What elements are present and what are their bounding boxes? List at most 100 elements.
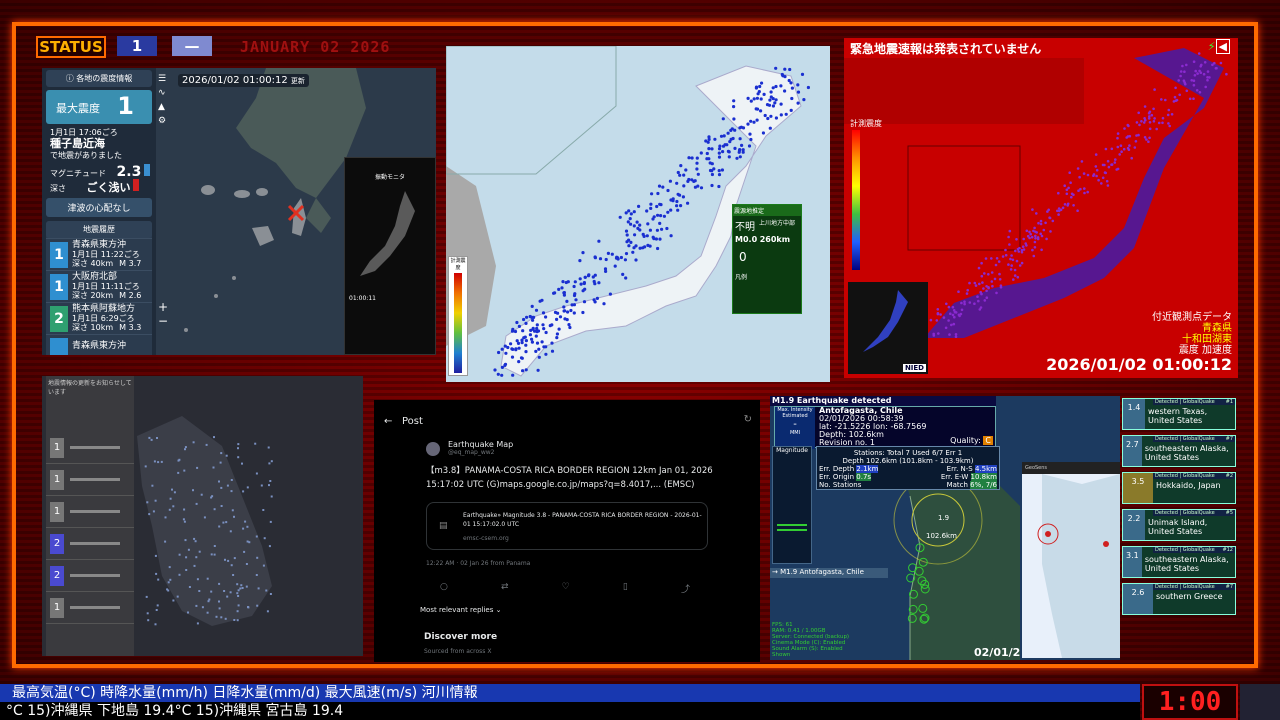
radar-cell	[169, 578, 172, 581]
station-dot	[1206, 78, 1209, 82]
station-dot	[995, 257, 999, 260]
globalquake-list: 1.4 Detected | GlobalQuake #1 western Texas…	[1122, 398, 1236, 660]
station-dot	[771, 86, 775, 90]
station-dot	[627, 244, 631, 248]
globalquake-panel: M1.9 Earthquake detected Max. Intensity …	[770, 396, 1120, 660]
status-number-button[interactable]: 1	[117, 36, 157, 56]
radar-cell	[164, 540, 167, 543]
station-dot	[732, 99, 736, 103]
map-tool-icons[interactable]: ☰ ∿ ▲ ⚙	[158, 72, 166, 128]
station-dot	[566, 310, 570, 314]
radar-cell	[230, 564, 233, 567]
gq-event-item[interactable]: 1.4 Detected | GlobalQuake #1 western Texas…	[1122, 398, 1236, 430]
station-dot	[1214, 67, 1218, 70]
station-dot	[537, 355, 541, 359]
update-text-line	[70, 510, 120, 513]
update-item[interactable]: 1	[46, 464, 134, 496]
share-icon[interactable]: ⤴	[681, 582, 690, 595]
station-dot	[1034, 234, 1037, 238]
history-item[interactable]: 青森県東方沖	[46, 334, 152, 355]
station-dot	[1018, 264, 1022, 267]
station-dot	[578, 259, 582, 263]
update-item[interactable]: 1	[46, 496, 134, 528]
station-dot	[717, 173, 722, 177]
station-dot	[796, 90, 801, 94]
radar-cell	[198, 590, 201, 592]
station-dot	[1007, 235, 1010, 239]
station-dot	[1138, 123, 1141, 127]
back-button[interactable]: ←	[384, 416, 392, 427]
station-dot	[544, 315, 548, 319]
station-dot	[1066, 202, 1070, 206]
station-dot	[977, 299, 980, 303]
status-dash-button[interactable]: —	[172, 36, 212, 56]
station-dot	[1015, 238, 1018, 241]
history-item[interactable]: 1 大阪府北部 1月1日 11:11ごろ 深さ 20km M 2.6	[46, 270, 152, 302]
like-icon[interactable]: ♡	[562, 582, 570, 595]
station-dot	[671, 197, 675, 201]
station-dot	[1192, 79, 1196, 82]
gq-event-item[interactable]: 2.2 Detected | GlobalQuake #5 Unimak Island…	[1122, 509, 1236, 541]
link-card[interactable]: ▤ Earthquake» Magnitude 3.8 - PANAMA-COS…	[426, 502, 708, 550]
update-item[interactable]: 1	[46, 432, 134, 464]
update-item[interactable]: 1	[46, 592, 134, 624]
radar-cell	[262, 509, 265, 511]
station-dot	[1028, 230, 1031, 234]
station-dot	[1029, 232, 1032, 236]
zoom-out-button[interactable]: −	[158, 314, 168, 328]
station-dot	[1206, 76, 1209, 79]
avatar[interactable]	[426, 442, 440, 456]
update-item[interactable]: 2	[46, 528, 134, 560]
station-dot	[521, 369, 525, 373]
station-dot	[939, 313, 942, 316]
replies-sort[interactable]: Most relevant replies ⌄	[420, 606, 501, 614]
update-item[interactable]: 2	[46, 560, 134, 592]
refresh-icon[interactable]: ↻	[744, 414, 752, 425]
history-intensity	[50, 337, 68, 355]
station-dot	[510, 355, 515, 359]
history-place: 熊本県阿蘇地方	[72, 304, 136, 314]
station-dot	[1174, 86, 1177, 90]
radar-cell	[236, 592, 239, 595]
station-dot	[935, 319, 939, 322]
reply-icon[interactable]: ○	[440, 582, 448, 595]
station-dot	[985, 285, 988, 288]
radar-cell	[256, 604, 259, 607]
station-dot	[656, 213, 660, 217]
station-dot	[762, 92, 766, 96]
station-dot	[1083, 191, 1086, 195]
station-dot	[952, 322, 956, 326]
post-actions: ○ ⇄ ♡ ▯ ⤴	[440, 582, 690, 595]
history-item[interactable]: 1 青森県東方沖 1月1日 11:22ごろ 深さ 40km M 3.7	[46, 238, 152, 270]
history-item[interactable]: 2 熊本県阿蘇地方 1月1日 6:29ごろ 深さ 10km M 3.3	[46, 302, 152, 334]
radar-cell	[233, 557, 236, 560]
station-dot	[523, 335, 527, 339]
post-account[interactable]: Earthquake Map @eq_map_ww2	[448, 440, 513, 456]
station-dot	[541, 323, 545, 327]
radar-cell	[246, 525, 249, 528]
gq-event-item[interactable]: 3.5 Detected | GlobalQuake #2 Hokkaido, Jap…	[1122, 472, 1236, 504]
station-dot	[638, 228, 642, 232]
station-dot	[651, 217, 655, 221]
gq-event-item[interactable]: 2.6 Detected | GlobalQuake #7 southern Gree…	[1122, 583, 1236, 615]
station-dot	[534, 334, 538, 338]
station-dot	[565, 299, 569, 303]
station-dot	[757, 90, 761, 94]
station-dot	[597, 239, 601, 243]
gq-header: Detected | GlobalQuake #5	[1153, 510, 1235, 516]
station-dot	[949, 312, 952, 316]
bookmark-icon[interactable]: ▯	[623, 582, 628, 595]
station-dot	[561, 280, 565, 284]
gq-event-item[interactable]: 3.1 Detected | GlobalQuake #12 southeastern…	[1122, 546, 1236, 578]
gq-event-item[interactable]: 2.7 Detected | GlobalQuake #7 southeastern …	[1122, 435, 1236, 467]
radar-cell	[184, 446, 187, 449]
status-button[interactable]: STATUS	[36, 36, 106, 58]
zoom-in-button[interactable]: +	[158, 300, 168, 314]
repost-icon[interactable]: ⇄	[501, 582, 509, 595]
radar-cell	[241, 462, 243, 465]
station-dot	[1194, 69, 1197, 73]
station-dot	[704, 139, 708, 143]
gq-magnitude: 2.2	[1123, 510, 1145, 540]
station-dot	[721, 144, 726, 148]
station-dot	[665, 226, 669, 231]
